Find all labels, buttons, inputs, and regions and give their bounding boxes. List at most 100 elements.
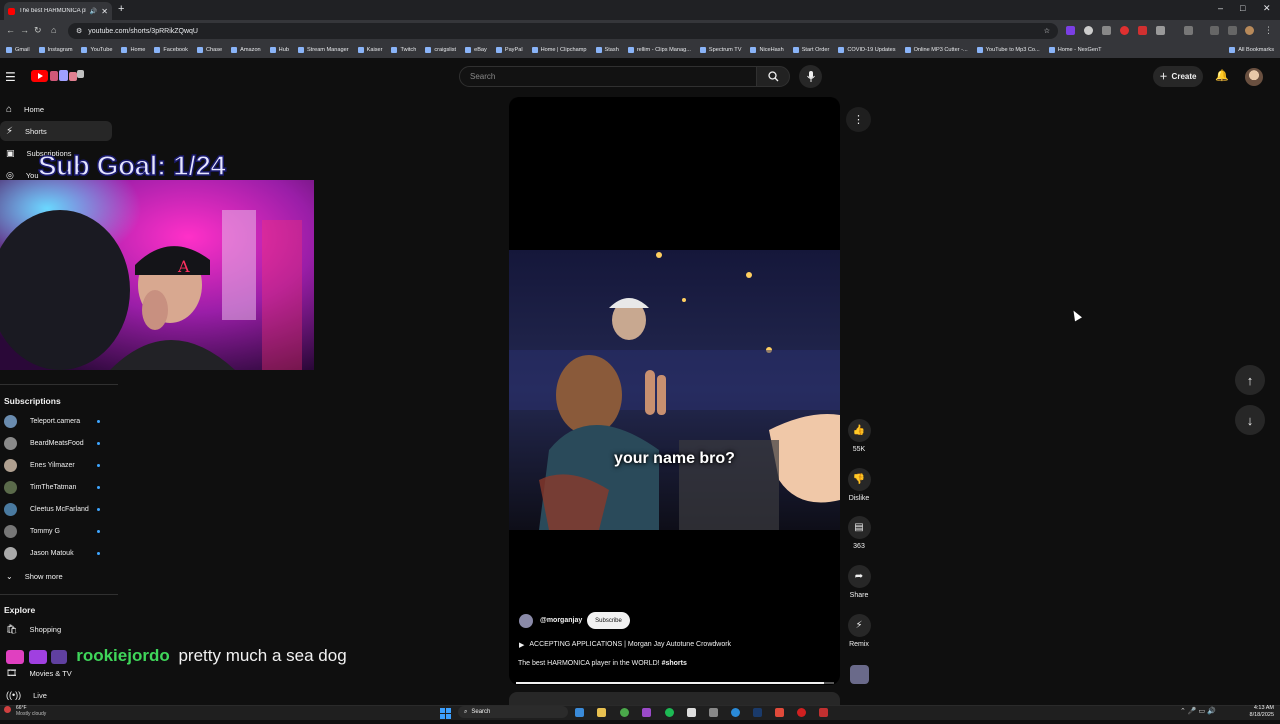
next-short-preview[interactable] bbox=[509, 692, 840, 706]
subscribe-button[interactable]: Subscribe bbox=[587, 612, 630, 629]
next-short-button[interactable]: ↓ bbox=[1235, 405, 1265, 435]
bookmark-item[interactable]: YouTube bbox=[81, 47, 112, 53]
bookmark-star-icon[interactable]: ☆ bbox=[1044, 27, 1050, 35]
side-panel-icon[interactable] bbox=[1184, 26, 1193, 35]
bookmark-item[interactable]: Stash bbox=[595, 47, 619, 53]
browser-menu-icon[interactable]: ⋮ bbox=[1264, 25, 1273, 36]
search-button[interactable] bbox=[756, 66, 790, 87]
bookmark-item[interactable]: Stream Manager bbox=[297, 47, 349, 53]
download-icon[interactable] bbox=[1210, 26, 1219, 35]
edge-icon[interactable] bbox=[731, 708, 740, 717]
bookmark-item[interactable]: All Bookmarks bbox=[1229, 47, 1274, 53]
browser-tab[interactable]: The best HARMONICA pla 🔊 ✕ bbox=[4, 2, 112, 20]
steam-icon[interactable] bbox=[753, 708, 762, 717]
previous-short-button[interactable]: ↑ bbox=[1235, 365, 1265, 395]
media-control-icon[interactable] bbox=[1228, 26, 1237, 35]
chrome-icon[interactable] bbox=[620, 708, 629, 717]
taskbar-search[interactable]: ⌕ Search bbox=[458, 706, 568, 718]
show-more-button[interactable]: ⌄ Show more bbox=[0, 566, 112, 586]
hashtag-link[interactable]: #shorts bbox=[662, 660, 687, 667]
spotify-icon[interactable] bbox=[665, 708, 674, 717]
bookmark-item[interactable]: Amazon bbox=[231, 47, 261, 53]
bookmark-item[interactable]: Facebook bbox=[154, 47, 188, 53]
bookmark-item[interactable]: craigslist bbox=[425, 47, 456, 53]
more-options-button[interactable]: ⋮ bbox=[846, 107, 871, 132]
bookmark-item[interactable]: Home - NexGenT bbox=[1048, 47, 1102, 53]
youtube-logo[interactable] bbox=[31, 69, 85, 83]
weather-icon[interactable] bbox=[4, 706, 11, 713]
bookmark-item[interactable]: PayPal bbox=[495, 47, 523, 53]
subscription-item[interactable]: Cleetus McFarland bbox=[0, 499, 112, 519]
sound-thumbnail[interactable] bbox=[850, 665, 869, 684]
bookmark-item[interactable]: Hub bbox=[269, 47, 289, 53]
forward-icon[interactable]: → bbox=[20, 25, 29, 35]
taskbar-clock[interactable]: 4:13 AM 8/18/2025 bbox=[1238, 705, 1274, 718]
subscription-item[interactable]: Jason Matouk bbox=[0, 543, 112, 563]
notifications-bell-icon[interactable]: 🔔 bbox=[1215, 69, 1229, 82]
dislike-button[interactable]: 👎 Dislike bbox=[844, 468, 874, 502]
bookmark-item[interactable]: Spectrum TV bbox=[699, 47, 741, 53]
close-tab-icon[interactable]: ✕ bbox=[101, 7, 108, 16]
progress-bar[interactable] bbox=[516, 682, 834, 684]
extension-icon[interactable] bbox=[1138, 26, 1147, 35]
bookmark-item[interactable]: Home | Clipchamp bbox=[531, 47, 587, 53]
windows-start-icon[interactable] bbox=[440, 706, 451, 719]
system-tray[interactable]: ⌃ 🎤 ▭ 🔊 bbox=[1180, 707, 1216, 715]
sidebar-item-movies[interactable]: 🎞 Movies & TV bbox=[0, 663, 112, 683]
address-bar[interactable]: ⚙ youtube.com/shorts/3pRRikZQwqU ☆ bbox=[68, 23, 1058, 39]
bookmark-item[interactable]: YouTube to Mp3 Co... bbox=[976, 47, 1040, 53]
new-tab-button[interactable]: + bbox=[118, 3, 124, 15]
subscription-item[interactable]: TimTheTatman bbox=[0, 477, 112, 497]
bookmark-item[interactable]: Chase bbox=[196, 47, 222, 53]
bookmark-item[interactable]: Twitch bbox=[391, 47, 416, 53]
bookmark-item[interactable]: Home bbox=[121, 47, 145, 53]
extension-icon[interactable] bbox=[1084, 26, 1093, 35]
remix-button[interactable]: ⚡ Remix bbox=[844, 614, 874, 648]
like-button[interactable]: 👍 55K bbox=[844, 419, 874, 453]
channel-name-link[interactable]: @morganjay bbox=[540, 617, 582, 624]
playlist-link[interactable]: ▶ ACCEPTING APPLICATIONS | Morgan Jay Au… bbox=[519, 641, 731, 649]
comments-button[interactable]: ▤ 363 bbox=[844, 516, 874, 550]
search-input[interactable]: Search bbox=[459, 66, 757, 87]
share-button[interactable]: ➦ Share bbox=[844, 565, 874, 599]
file-explorer-icon[interactable] bbox=[597, 708, 606, 717]
subscription-item[interactable]: Tommy G bbox=[0, 521, 112, 541]
bookmark-item[interactable]: Kaiser bbox=[357, 47, 382, 53]
bookmark-item[interactable]: Instagram bbox=[38, 47, 72, 53]
extension-icon[interactable] bbox=[1120, 26, 1129, 35]
app-icon[interactable] bbox=[819, 708, 828, 717]
bookmark-item[interactable]: Online MP3 Cutter -... bbox=[904, 47, 968, 53]
bookmark-item[interactable]: eBay bbox=[465, 47, 487, 53]
home-icon[interactable]: ⌂ bbox=[51, 25, 56, 35]
hamburger-menu-icon[interactable]: ☰ bbox=[5, 70, 16, 84]
site-info-icon[interactable]: ⚙ bbox=[76, 27, 82, 35]
channel-avatar[interactable] bbox=[519, 614, 533, 628]
sidebar-item-shorts[interactable]: ⚡ Shorts bbox=[0, 121, 112, 141]
task-view-icon[interactable] bbox=[575, 708, 584, 717]
app-icon[interactable] bbox=[709, 708, 718, 717]
extensions-puzzle-icon[interactable] bbox=[1156, 26, 1165, 35]
video-frame[interactable] bbox=[509, 250, 840, 530]
opera-icon[interactable] bbox=[797, 708, 806, 717]
back-icon[interactable]: ← bbox=[6, 25, 15, 35]
bookmark-item[interactable]: COVID-19 Updates bbox=[838, 47, 896, 53]
maximize-button[interactable]: □ bbox=[1240, 3, 1245, 13]
weather-widget[interactable]: 66°F Mostly cloudy bbox=[16, 705, 46, 717]
voice-search-button[interactable] bbox=[799, 65, 822, 88]
app-icon[interactable] bbox=[775, 708, 784, 717]
subscription-item[interactable]: Teleport.camera bbox=[0, 411, 112, 431]
app-icon[interactable] bbox=[687, 708, 696, 717]
bookmark-item[interactable]: Start Order bbox=[792, 47, 829, 53]
profile-avatar-icon[interactable] bbox=[1245, 26, 1254, 35]
extension-icon[interactable] bbox=[1066, 26, 1075, 35]
sidebar-item-home[interactable]: ⌂ Home bbox=[0, 99, 112, 119]
audio-icon[interactable]: 🔊 bbox=[90, 8, 97, 15]
sidebar-item-live[interactable]: ((•)) Live bbox=[0, 685, 112, 705]
sidebar-item-shopping[interactable]: 🛍 Shopping bbox=[0, 619, 112, 639]
subscription-item[interactable]: BeardMeatsFood bbox=[0, 433, 112, 453]
bookmark-item[interactable]: NiceHash bbox=[750, 47, 784, 53]
subscription-item[interactable]: Enes Yilmazer bbox=[0, 455, 112, 475]
app-icon[interactable] bbox=[642, 708, 651, 717]
minimize-button[interactable]: – bbox=[1218, 3, 1223, 13]
extension-icon[interactable] bbox=[1102, 26, 1111, 35]
